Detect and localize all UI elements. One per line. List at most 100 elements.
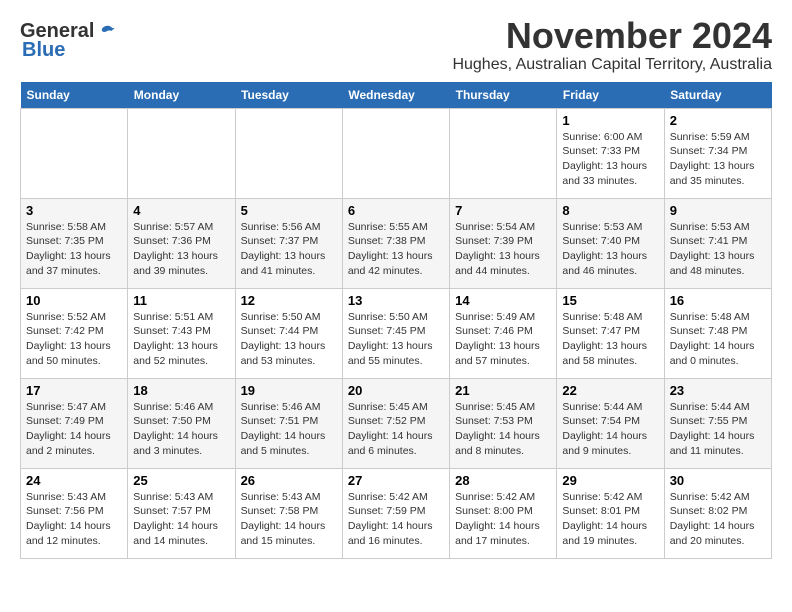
calendar-cell: 23 Sunrise: 5:44 AM Sunset: 7:55 PM Dayli…: [664, 378, 771, 468]
day-info: Sunrise: 5:44 AM Sunset: 7:55 PM Dayligh…: [670, 400, 766, 459]
month-title: November 2024: [452, 16, 772, 56]
calendar-cell: 18Sunrise: 5:46 AM Sunset: 7:50 PM Dayli…: [128, 378, 235, 468]
day-number: 13: [348, 293, 444, 308]
calendar-cell: [21, 108, 128, 198]
day-number: 9: [670, 203, 766, 218]
day-number: 22: [562, 383, 658, 398]
day-number: 7: [455, 203, 551, 218]
day-info: Sunrise: 5:58 AM Sunset: 7:35 PM Dayligh…: [26, 220, 122, 279]
calendar-cell: 6 Sunrise: 5:55 AM Sunset: 7:38 PM Daylig…: [342, 198, 449, 288]
day-info: Sunrise: 6:00 AM Sunset: 7:33 PM Dayligh…: [562, 130, 658, 189]
day-info: Sunrise: 5:50 AM Sunset: 7:44 PM Dayligh…: [241, 310, 337, 369]
day-number: 15: [562, 293, 658, 308]
calendar-cell: 20 Sunrise: 5:45 AM Sunset: 7:52 PM Dayli…: [342, 378, 449, 468]
day-info: Sunrise: 5:47 AM Sunset: 7:49 PM Dayligh…: [26, 400, 122, 459]
day-info: Sunrise: 5:42 AM Sunset: 8:01 PM Dayligh…: [562, 490, 658, 549]
day-info: Sunrise: 5:42 AM Sunset: 8:00 PM Dayligh…: [455, 490, 551, 549]
calendar-cell: [450, 108, 557, 198]
week-row-4: 17 Sunrise: 5:47 AM Sunset: 7:49 PM Dayli…: [21, 378, 772, 468]
calendar-cell: 28 Sunrise: 5:42 AM Sunset: 8:00 PM Dayli…: [450, 468, 557, 558]
calendar-cell: 17 Sunrise: 5:47 AM Sunset: 7:49 PM Dayli…: [21, 378, 128, 468]
calendar-cell: 4 Sunrise: 5:57 AM Sunset: 7:36 PM Daylig…: [128, 198, 235, 288]
calendar-cell: [235, 108, 342, 198]
day-info: Sunrise: 5:43 AM Sunset: 7:57 PM Dayligh…: [133, 490, 229, 549]
logo-bird-icon: [96, 22, 116, 42]
day-number: 12: [241, 293, 337, 308]
day-info: Sunrise: 5:44 AM Sunset: 7:54 PM Dayligh…: [562, 400, 658, 459]
col-header-thursday: Thursday: [450, 82, 557, 109]
day-info: Sunrise: 5:53 AM Sunset: 7:40 PM Dayligh…: [562, 220, 658, 279]
col-header-sunday: Sunday: [21, 82, 128, 109]
logo-blue: Blue: [22, 39, 65, 62]
day-number: 3: [26, 203, 122, 218]
day-number: 16: [670, 293, 766, 308]
day-info: Sunrise: 5:51 AM Sunset: 7:43 PM Dayligh…: [133, 310, 229, 369]
week-row-5: 24 Sunrise: 5:43 AM Sunset: 7:56 PM Dayli…: [21, 468, 772, 558]
day-info: Sunrise: 5:48 AM Sunset: 7:47 PM Dayligh…: [562, 310, 658, 369]
day-number: 1: [562, 113, 658, 128]
calendar-cell: 7 Sunrise: 5:54 AM Sunset: 7:39 PM Daylig…: [450, 198, 557, 288]
logo: General Blue: [20, 20, 116, 62]
day-info: Sunrise: 5:54 AM Sunset: 7:39 PM Dayligh…: [455, 220, 551, 279]
day-info: Sunrise: 5:43 AM Sunset: 7:58 PM Dayligh…: [241, 490, 337, 549]
day-number: 2: [670, 113, 766, 128]
calendar-cell: 14 Sunrise: 5:49 AM Sunset: 7:46 PM Dayli…: [450, 288, 557, 378]
day-info: Sunrise: 5:52 AM Sunset: 7:42 PM Dayligh…: [26, 310, 122, 369]
calendar-cell: 22 Sunrise: 5:44 AM Sunset: 7:54 PM Dayli…: [557, 378, 664, 468]
calendar-cell: 19Sunrise: 5:46 AM Sunset: 7:51 PM Dayli…: [235, 378, 342, 468]
calendar-cell: [128, 108, 235, 198]
day-info: Sunrise: 5:43 AM Sunset: 7:56 PM Dayligh…: [26, 490, 122, 549]
day-info: Sunrise: 5:42 AM Sunset: 7:59 PM Dayligh…: [348, 490, 444, 549]
calendar-cell: 8 Sunrise: 5:53 AM Sunset: 7:40 PM Daylig…: [557, 198, 664, 288]
day-info: Sunrise: 5:50 AM Sunset: 7:45 PM Dayligh…: [348, 310, 444, 369]
col-header-friday: Friday: [557, 82, 664, 109]
day-number: 10: [26, 293, 122, 308]
day-info: Sunrise: 5:59 AM Sunset: 7:34 PM Dayligh…: [670, 130, 766, 189]
calendar-cell: 25Sunrise: 5:43 AM Sunset: 7:57 PM Dayli…: [128, 468, 235, 558]
calendar-cell: 16Sunrise: 5:48 AM Sunset: 7:48 PM Dayli…: [664, 288, 771, 378]
day-info: Sunrise: 5:46 AM Sunset: 7:51 PM Dayligh…: [241, 400, 337, 459]
day-number: 30: [670, 473, 766, 488]
calendar-cell: 11 Sunrise: 5:51 AM Sunset: 7:43 PM Dayli…: [128, 288, 235, 378]
day-info: Sunrise: 5:45 AM Sunset: 7:52 PM Dayligh…: [348, 400, 444, 459]
day-info: Sunrise: 5:42 AM Sunset: 8:02 PM Dayligh…: [670, 490, 766, 549]
day-number: 28: [455, 473, 551, 488]
col-header-tuesday: Tuesday: [235, 82, 342, 109]
col-header-saturday: Saturday: [664, 82, 771, 109]
calendar-cell: 15 Sunrise: 5:48 AM Sunset: 7:47 PM Dayli…: [557, 288, 664, 378]
calendar-cell: 24 Sunrise: 5:43 AM Sunset: 7:56 PM Dayli…: [21, 468, 128, 558]
day-number: 17: [26, 383, 122, 398]
calendar-cell: 9 Sunrise: 5:53 AM Sunset: 7:41 PM Daylig…: [664, 198, 771, 288]
calendar-cell: 10 Sunrise: 5:52 AM Sunset: 7:42 PM Dayli…: [21, 288, 128, 378]
day-info: Sunrise: 5:55 AM Sunset: 7:38 PM Dayligh…: [348, 220, 444, 279]
day-number: 24: [26, 473, 122, 488]
calendar-cell: 5Sunrise: 5:56 AM Sunset: 7:37 PM Daylig…: [235, 198, 342, 288]
day-number: 26: [241, 473, 337, 488]
week-row-2: 3 Sunrise: 5:58 AM Sunset: 7:35 PM Daylig…: [21, 198, 772, 288]
page-header: General Blue November 2024 Hughes, Austr…: [20, 16, 772, 74]
day-number: 5: [241, 203, 337, 218]
calendar-cell: [342, 108, 449, 198]
day-number: 21: [455, 383, 551, 398]
col-header-wednesday: Wednesday: [342, 82, 449, 109]
day-info: Sunrise: 5:49 AM Sunset: 7:46 PM Dayligh…: [455, 310, 551, 369]
day-number: 29: [562, 473, 658, 488]
calendar-cell: 21Sunrise: 5:45 AM Sunset: 7:53 PM Dayli…: [450, 378, 557, 468]
calendar-cell: 26 Sunrise: 5:43 AM Sunset: 7:58 PM Dayli…: [235, 468, 342, 558]
day-number: 11: [133, 293, 229, 308]
day-info: Sunrise: 5:57 AM Sunset: 7:36 PM Dayligh…: [133, 220, 229, 279]
header-row: SundayMondayTuesdayWednesdayThursdayFrid…: [21, 82, 772, 109]
day-number: 20: [348, 383, 444, 398]
location: Hughes, Australian Capital Territory, Au…: [452, 56, 772, 74]
day-number: 6: [348, 203, 444, 218]
day-number: 4: [133, 203, 229, 218]
day-number: 8: [562, 203, 658, 218]
calendar-table: SundayMondayTuesdayWednesdayThursdayFrid…: [20, 82, 772, 559]
calendar-cell: 29 Sunrise: 5:42 AM Sunset: 8:01 PM Dayli…: [557, 468, 664, 558]
day-info: Sunrise: 5:53 AM Sunset: 7:41 PM Dayligh…: [670, 220, 766, 279]
calendar-cell: 12 Sunrise: 5:50 AM Sunset: 7:44 PM Dayli…: [235, 288, 342, 378]
day-number: 14: [455, 293, 551, 308]
day-number: 23: [670, 383, 766, 398]
calendar-cell: 27Sunrise: 5:42 AM Sunset: 7:59 PM Dayli…: [342, 468, 449, 558]
calendar-cell: 30 Sunrise: 5:42 AM Sunset: 8:02 PM Dayli…: [664, 468, 771, 558]
